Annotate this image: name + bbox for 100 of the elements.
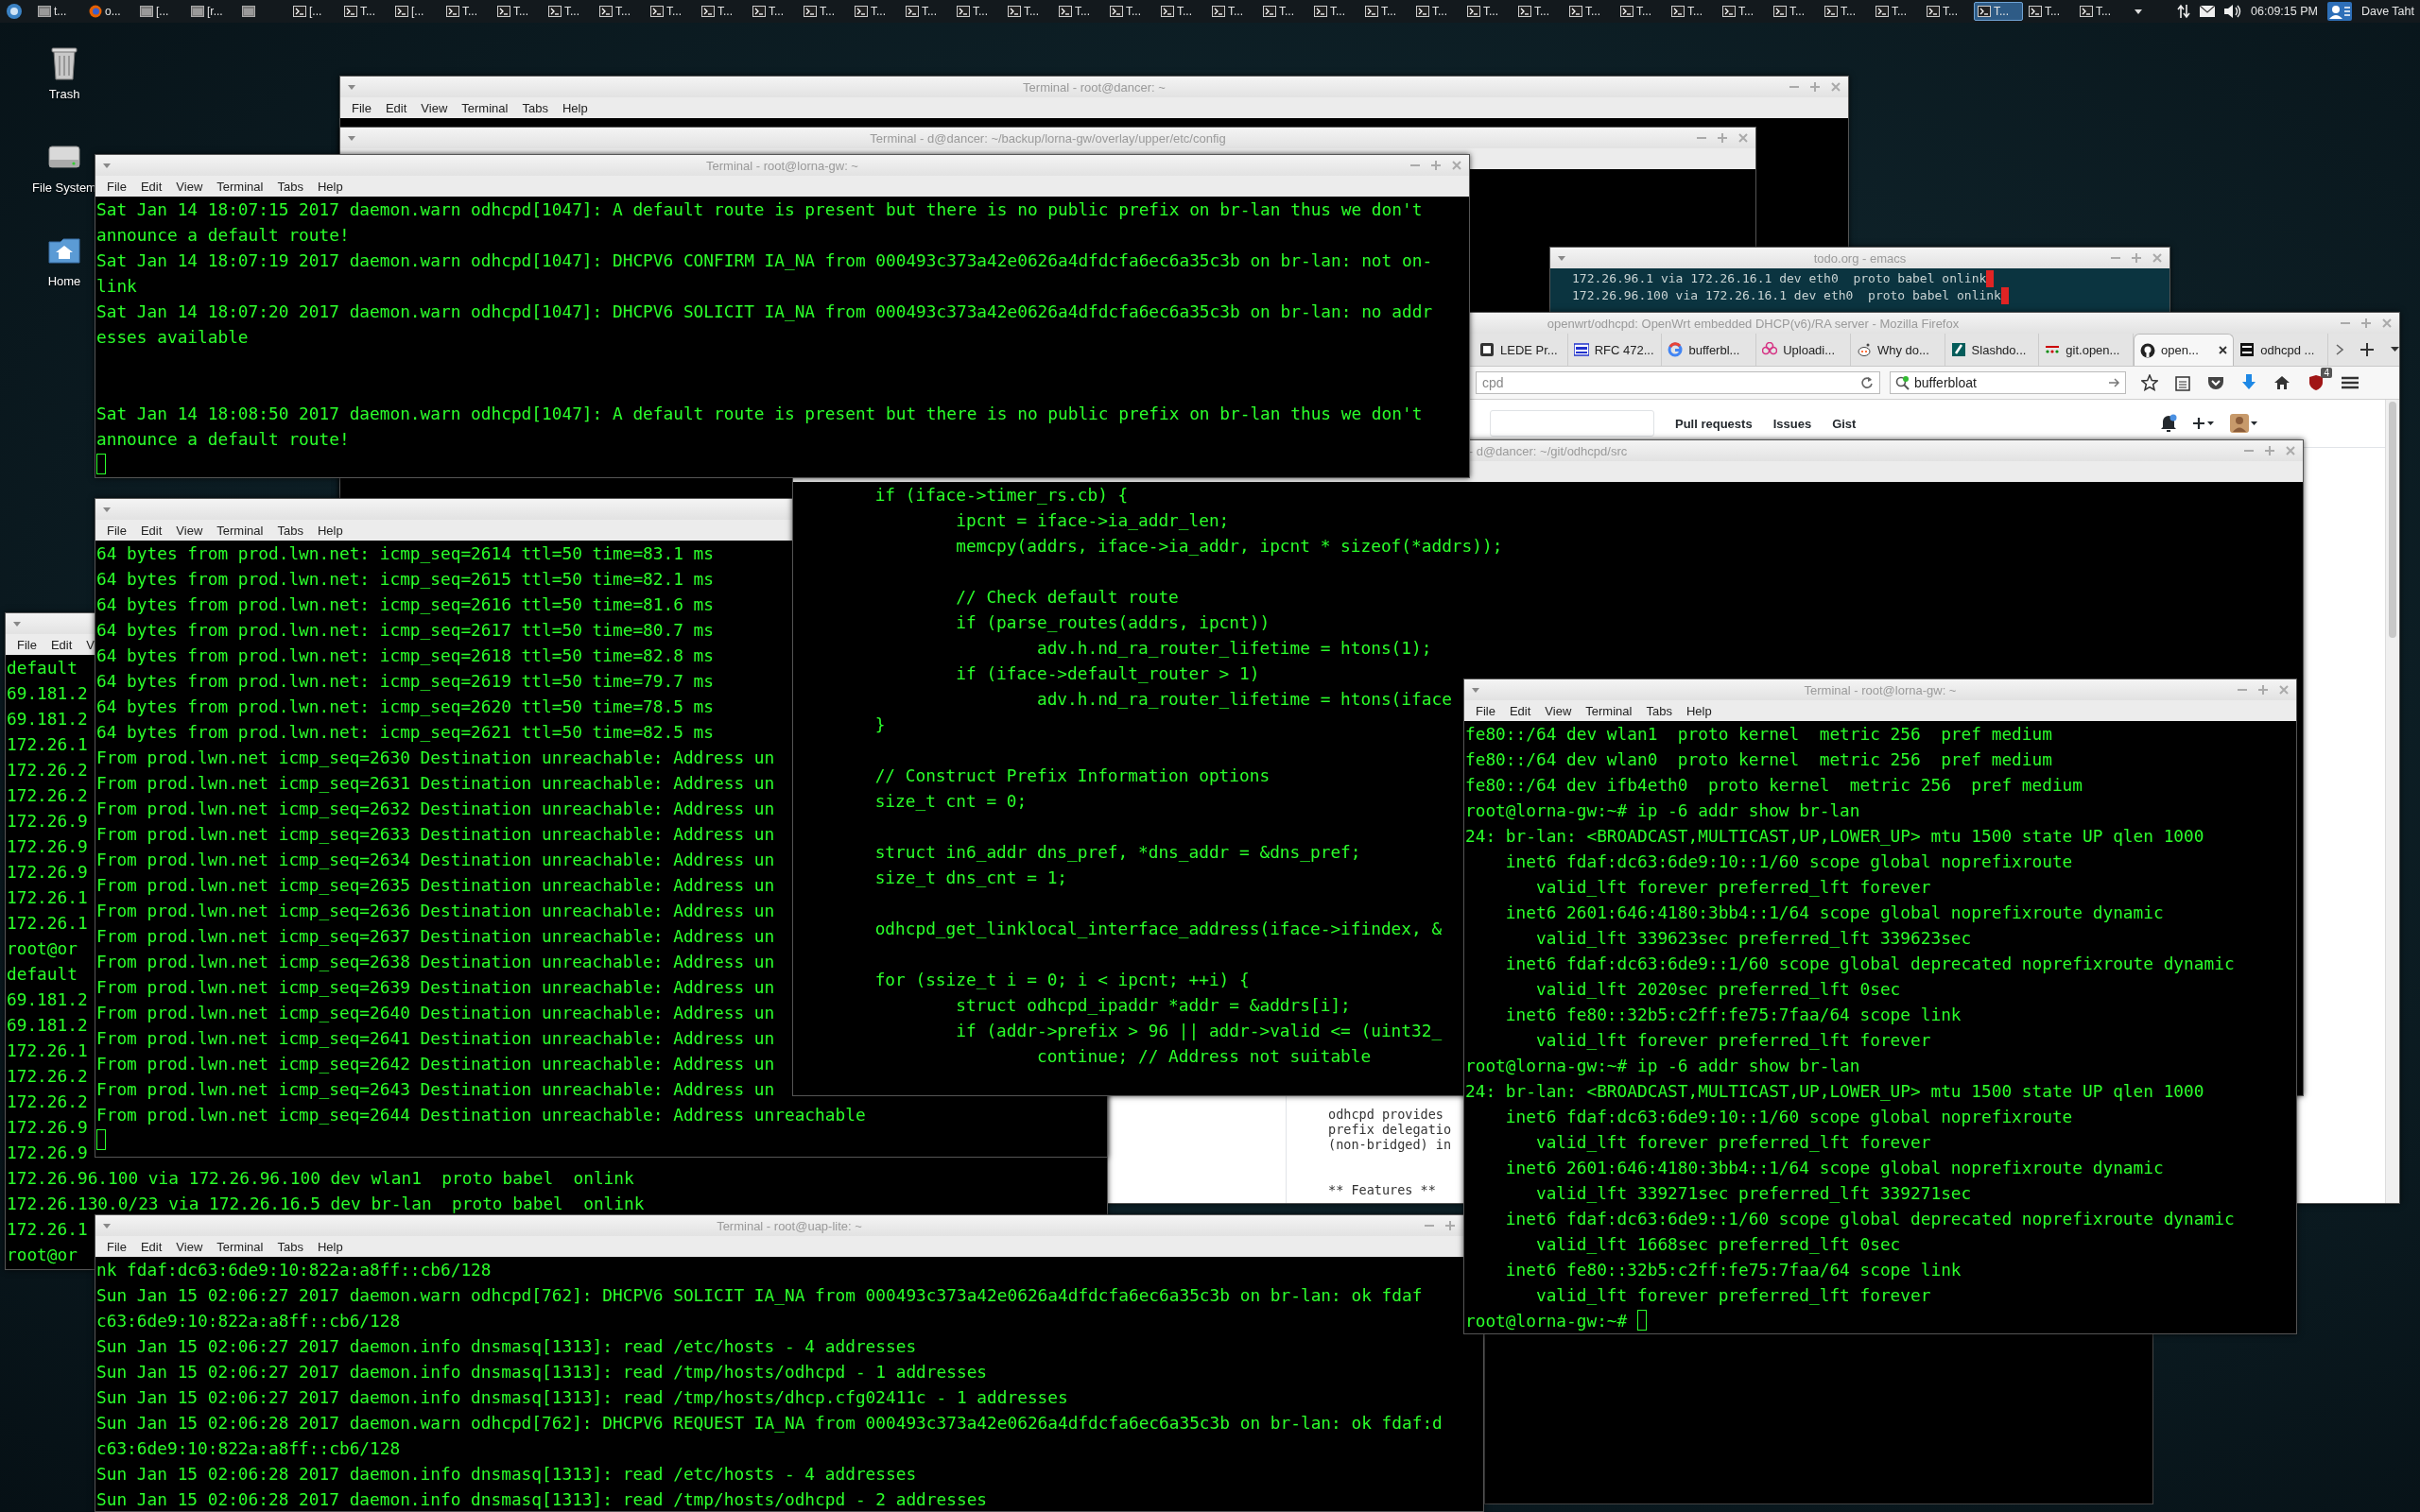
taskbar-item[interactable]: T... — [1872, 2, 1921, 21]
menu-item[interactable]: View — [421, 100, 448, 115]
bookmark-star-icon[interactable] — [2141, 374, 2158, 391]
address-field[interactable]: cpd — [1476, 371, 1880, 394]
menu-item[interactable]: Tabs — [277, 1239, 303, 1254]
home-icon[interactable] — [2273, 375, 2290, 390]
browser-tab[interactable]: bufferbl... — [1662, 334, 1757, 366]
menu-item[interactable]: Help — [1685, 703, 1712, 718]
menu-item[interactable]: Edit — [1509, 703, 1531, 718]
taskbar-item[interactable]: T... — [1004, 2, 1053, 21]
taskbar-item[interactable]: T... — [1514, 2, 1564, 21]
maximize-icon[interactable] — [2265, 446, 2274, 455]
maximize-icon[interactable] — [2132, 253, 2141, 263]
menu-item[interactable]: File — [352, 100, 372, 115]
shield-icon[interactable] — [2308, 374, 2325, 391]
menu-item[interactable]: Tabs — [522, 100, 548, 115]
menu-item[interactable]: File — [107, 179, 127, 194]
nav-link[interactable]: Pull requests — [1675, 416, 1753, 431]
pocket-icon[interactable] — [2207, 375, 2224, 390]
taskbar-item[interactable]: T... — [953, 2, 1002, 21]
menu-item[interactable]: Terminal — [216, 523, 264, 538]
network-icon[interactable] — [2177, 4, 2191, 19]
taskbar-item[interactable]: [... — [136, 2, 185, 21]
icon-label[interactable]: Home — [47, 274, 81, 288]
maximize-icon[interactable] — [2258, 685, 2268, 695]
maximize-icon[interactable] — [1810, 82, 1820, 92]
taskbar-item[interactable]: T... — [1106, 2, 1155, 21]
close-icon[interactable] — [2219, 346, 2228, 354]
taskbar-item[interactable]: T... — [1463, 2, 1512, 21]
taskbar-item[interactable]: T... — [1208, 2, 1257, 21]
taskbar-item[interactable]: T... — [1361, 2, 1410, 21]
menu-item[interactable]: Help — [562, 100, 588, 115]
taskbar-item[interactable]: [... — [289, 2, 338, 21]
chevron-right-icon[interactable] — [2336, 344, 2343, 355]
menu-item[interactable]: Terminal — [216, 179, 264, 194]
taskbar-item[interactable]: T... — [698, 2, 747, 21]
new-tab-icon[interactable] — [2360, 343, 2374, 356]
maximize-icon[interactable] — [1718, 133, 1727, 143]
taskbar-item[interactable]: o... — [85, 2, 134, 21]
menu-item[interactable]: File — [107, 1239, 127, 1254]
taskbar-item[interactable]: [r... — [187, 2, 236, 21]
menu-item[interactable]: Terminal — [216, 1239, 264, 1254]
taskbar-item[interactable]: [... — [391, 2, 441, 21]
arrow-right-icon[interactable] — [2109, 378, 2120, 387]
taskbar-item[interactable]: T... — [1821, 2, 1870, 21]
browser-tab[interactable]: open... — [2134, 334, 2235, 366]
search-field[interactable] — [1490, 410, 1654, 437]
taskbar-item[interactable]: T... — [2025, 2, 2074, 21]
taskbar-item[interactable]: T... — [1310, 2, 1359, 21]
taskbar-item[interactable]: T... — [647, 2, 696, 21]
clipboard-icon[interactable] — [2175, 374, 2190, 391]
taskbar-item[interactable]: T... — [340, 2, 389, 21]
plus-icon[interactable] — [2192, 417, 2216, 430]
menu-item[interactable]: Help — [317, 179, 343, 194]
taskbar-item[interactable]: T... — [851, 2, 900, 21]
nav-link[interactable]: Issues — [1772, 416, 1812, 431]
taskbar-item[interactable]: T... — [1157, 2, 1206, 21]
taskbar-item[interactable]: T... — [596, 2, 645, 21]
taskbar-item[interactable]: T... — [1974, 2, 2023, 21]
menu-item[interactable]: Edit — [50, 637, 73, 652]
menu-item[interactable]: Edit — [385, 100, 407, 115]
menu-item[interactable]: Edit — [140, 523, 163, 538]
taskbar-item[interactable]: T... — [1616, 2, 1666, 21]
menu-item[interactable]: View — [1545, 703, 1572, 718]
avatar-icon[interactable] — [2230, 414, 2259, 433]
menu-item[interactable]: V — [86, 637, 95, 652]
taskbar-item[interactable]: T... — [1259, 2, 1308, 21]
maximize-icon[interactable] — [1431, 161, 1441, 170]
menu-item[interactable]: Terminal — [461, 100, 509, 115]
taskbar-item[interactable]: T... — [442, 2, 492, 21]
taskbar-item[interactable]: T... — [2076, 2, 2125, 21]
nav-link[interactable]: Gist — [1832, 416, 1857, 431]
taskbar-item[interactable]: T... — [1565, 2, 1615, 21]
clock[interactable]: 06:09:15 PM — [2251, 5, 2318, 18]
menu-item[interactable]: Tabs — [277, 523, 303, 538]
icon-label[interactable]: Trash — [48, 87, 80, 101]
menu-item[interactable]: Terminal — [1585, 703, 1633, 718]
taskbar-item[interactable]: T... — [1923, 2, 1972, 21]
taskbar-item[interactable]: T... — [902, 2, 951, 21]
menu-icon[interactable] — [4, 2, 25, 21]
reload-icon[interactable] — [1860, 376, 1874, 389]
browser-tab[interactable]: Uploadi... — [1756, 334, 1851, 366]
taskbar-item[interactable]: T... — [1412, 2, 1461, 21]
menu-item[interactable]: File — [107, 523, 127, 538]
caret-icon[interactable] — [2135, 9, 2142, 14]
menu-item[interactable]: View — [176, 179, 203, 194]
browser-tab[interactable]: RFC 472... — [1567, 334, 1663, 366]
browser-tab[interactable]: odhcpd ... — [2234, 334, 2328, 366]
taskbar-item[interactable]: T... — [1055, 2, 1104, 21]
taskbar-item[interactable]: T... — [749, 2, 798, 21]
menu-item[interactable]: Tabs — [1646, 703, 1672, 718]
menu-item[interactable]: View — [176, 523, 203, 538]
menu-item[interactable]: Edit — [140, 1239, 163, 1254]
menu-item[interactable]: Help — [317, 523, 343, 538]
bell-icon[interactable] — [2160, 414, 2178, 433]
browser-tab[interactable]: LEDE Pr... — [1474, 334, 1568, 366]
taskbar-item[interactable]: T... — [1770, 2, 1819, 21]
taskbar-item[interactable]: T... — [544, 2, 594, 21]
download-icon[interactable] — [2241, 374, 2256, 391]
taskbar-item[interactable]: t... — [34, 2, 83, 21]
